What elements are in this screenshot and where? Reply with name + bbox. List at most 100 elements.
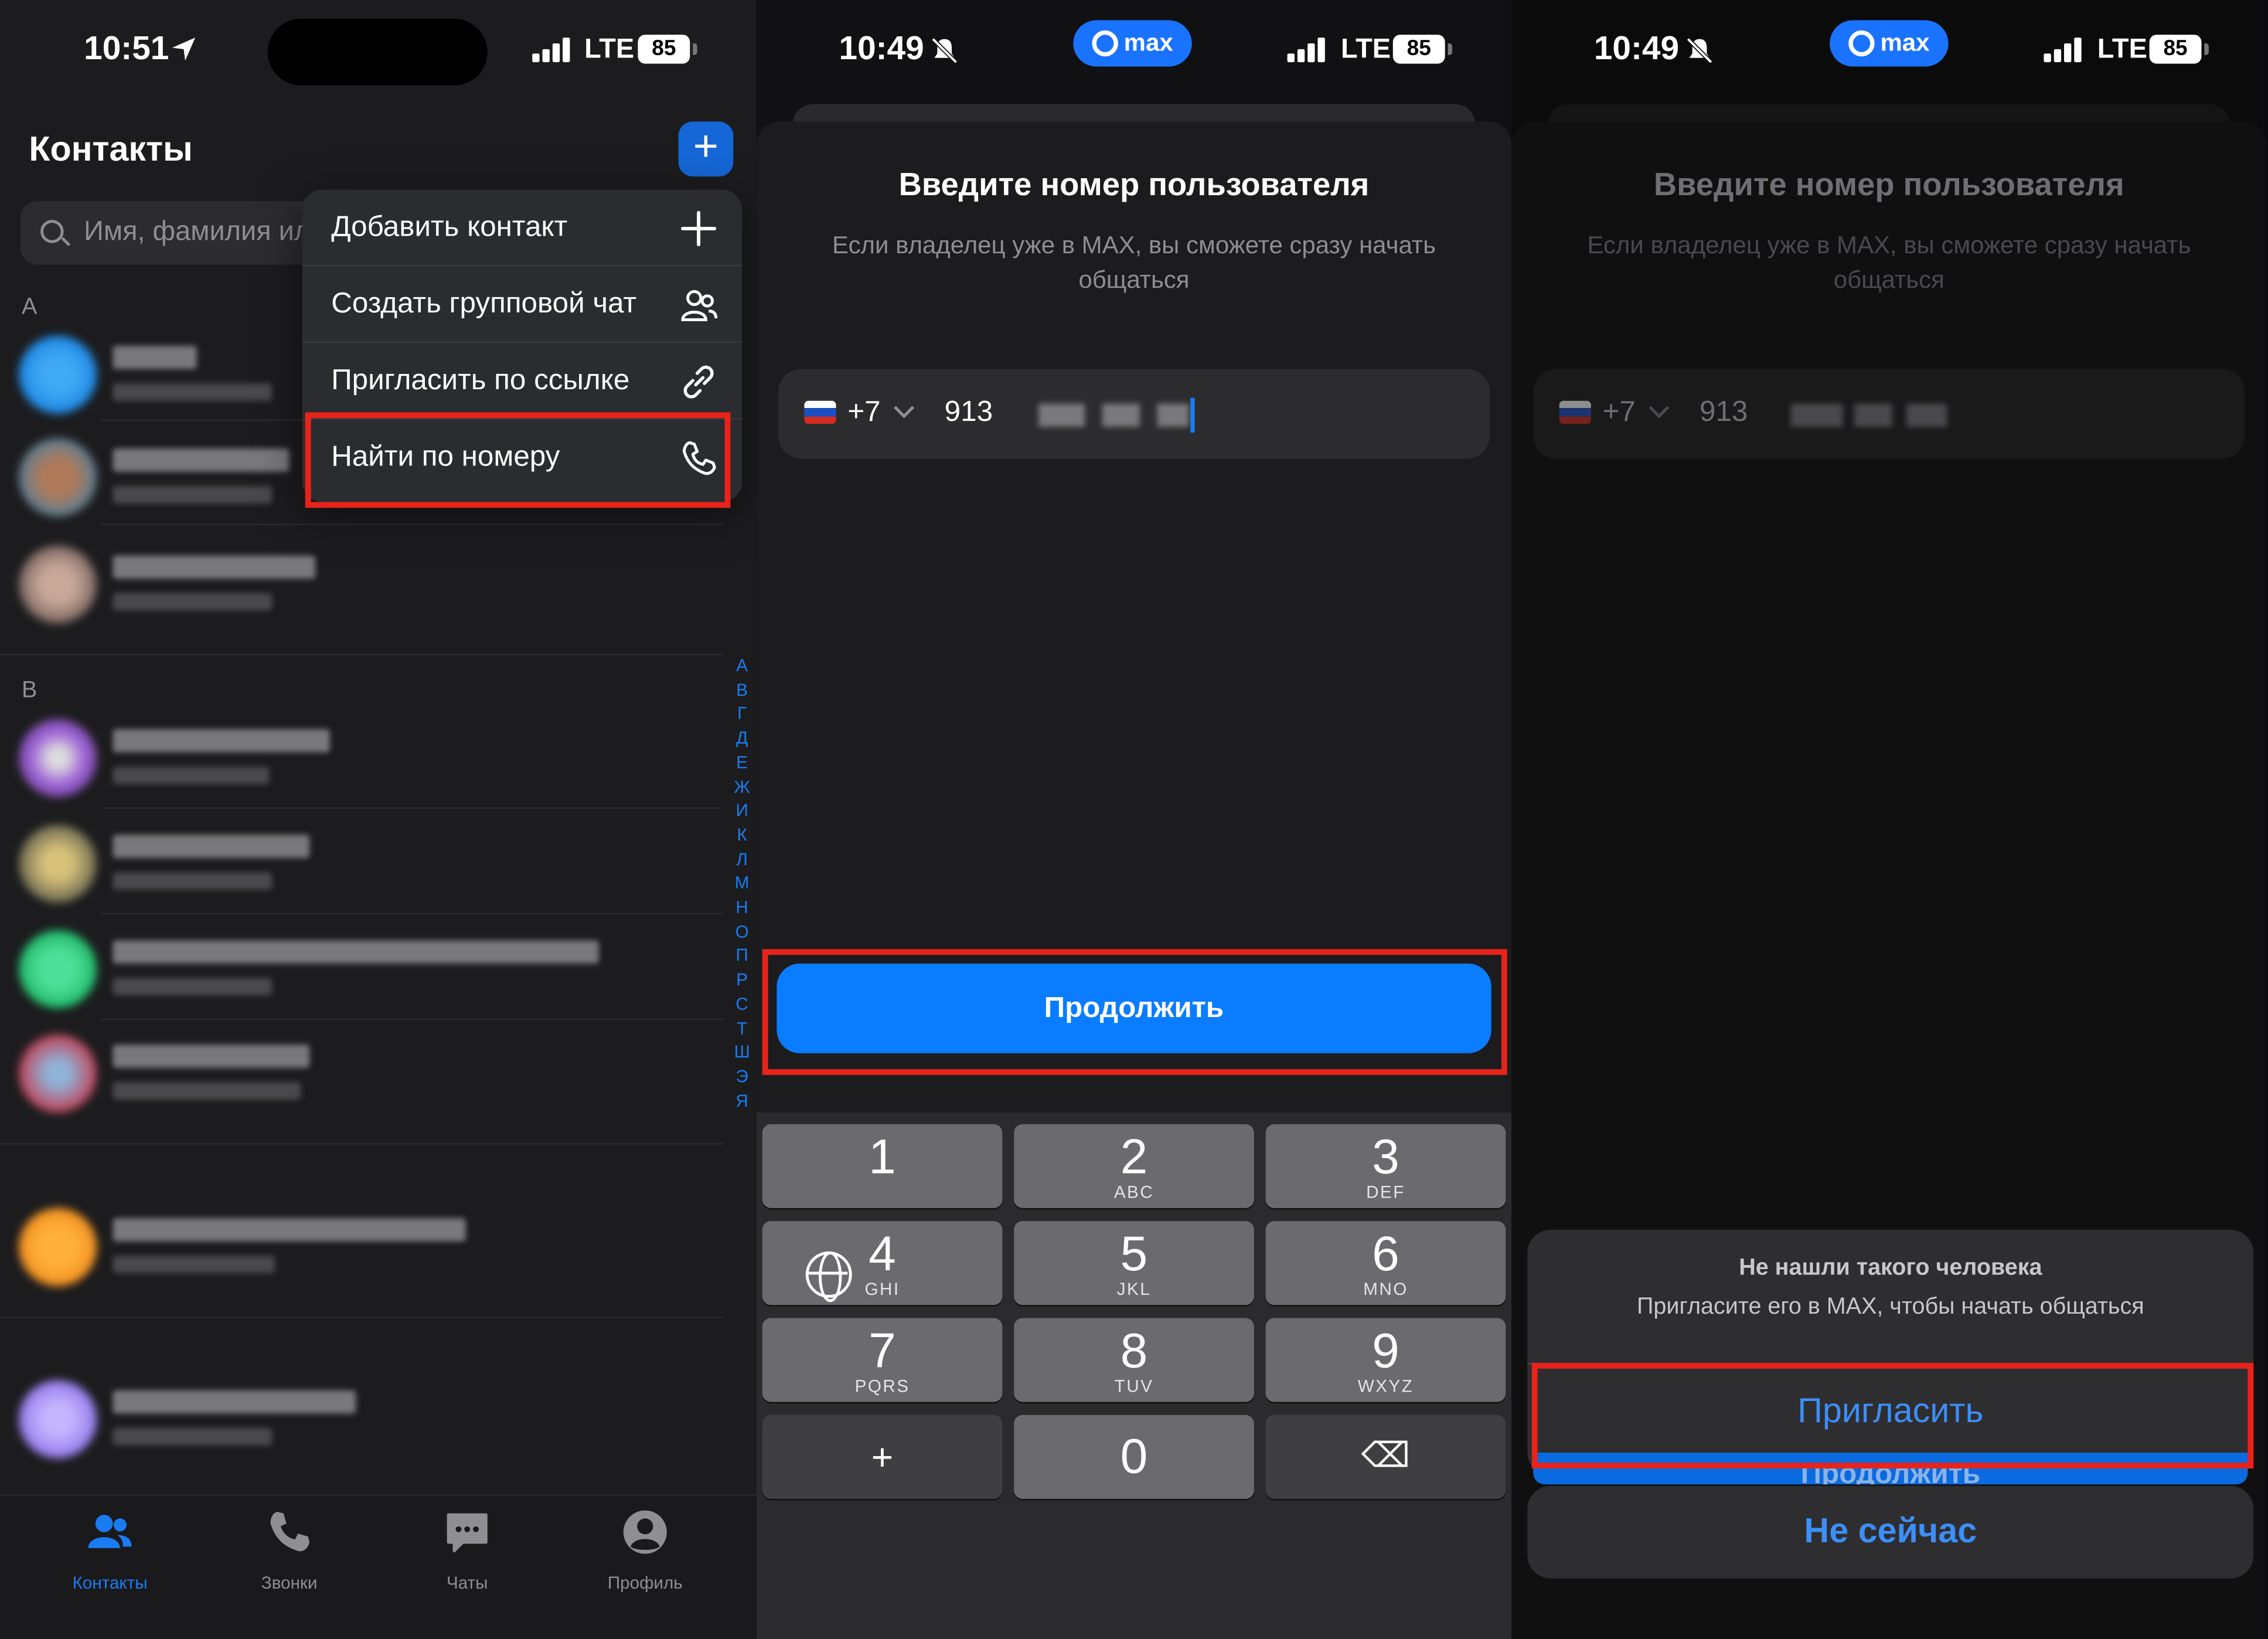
backspace-icon: ⌫ [1361, 1436, 1411, 1476]
phone-number-prefix: 913 [1700, 396, 1748, 429]
contact-status-redacted [113, 1256, 275, 1273]
index-letter[interactable]: И [732, 799, 752, 823]
index-letter[interactable]: Ш [732, 1040, 752, 1065]
index-letter[interactable]: Я [732, 1089, 752, 1113]
phone-input[interactable]: +7 913 [778, 369, 1490, 459]
redacted-digits [1102, 403, 1140, 427]
bell-muted-icon [931, 38, 958, 64]
not-found-screen: 10:49 max LTE 85 Введите номер пользоват… [1511, 0, 2268, 1639]
bell-muted-icon [1686, 38, 1713, 64]
section-letter: А [22, 295, 38, 320]
status-bar: 10:49 max LTE 85 [757, 0, 1511, 101]
index-letter[interactable]: Г [732, 702, 752, 726]
contact-row[interactable] [15, 926, 709, 1013]
contact-row[interactable] [15, 715, 709, 801]
globe-icon[interactable] [805, 1251, 852, 1303]
index-letter[interactable]: С [732, 992, 752, 1016]
index-letter[interactable]: Т [732, 1016, 752, 1040]
redacted-digits [1038, 403, 1085, 427]
index-letter[interactable]: О [732, 920, 752, 944]
contacts-screen: 10:51 LTE 85 Контакты + А [0, 0, 757, 1639]
section-letter: В [22, 678, 38, 703]
contact-status-redacted [113, 978, 273, 996]
menu-item-label: Пригласить по ссылке [331, 364, 630, 397]
key-2[interactable]: 2 ABC [1014, 1124, 1254, 1208]
contact-row[interactable] [15, 1030, 709, 1117]
key-5[interactable]: 5 JKL [1014, 1221, 1254, 1305]
menu-item-invite-link[interactable]: Пригласить по ссылке [302, 343, 743, 420]
sheet-heading: Введите номер пользователя [1653, 166, 2124, 203]
highlight-box [1531, 1362, 2254, 1469]
key-8[interactable]: 8 TUV [1014, 1318, 1254, 1402]
index-letter[interactable]: Л [732, 847, 752, 871]
contact-name-redacted [113, 1044, 310, 1068]
menu-item-create-group[interactable]: Создать групповой чат [302, 266, 743, 343]
contact-name-redacted [113, 1218, 466, 1242]
contact-row[interactable] [15, 541, 709, 628]
tab-calls[interactable]: Звонки [217, 1508, 362, 1593]
menu-item-label: Добавить контакт [331, 211, 568, 243]
sheet-subtitle: Если владелец уже в MAX, вы сможете сраз… [1587, 231, 2191, 294]
max-logo-icon [1092, 30, 1118, 57]
avatar [19, 438, 97, 517]
alert-title: Не нашли такого человека [1739, 1256, 2042, 1281]
tab-profile[interactable]: Профиль [573, 1508, 717, 1593]
contact-row[interactable] [15, 1203, 709, 1290]
contact-name-redacted [113, 1390, 356, 1414]
network-type: LTE [584, 35, 635, 66]
key-plus[interactable]: + [762, 1414, 1003, 1499]
contact-status-redacted [113, 872, 273, 890]
backspace-key[interactable]: ⌫ [1265, 1414, 1506, 1499]
index-letter[interactable]: В [732, 678, 752, 702]
country-code[interactable]: +7 [847, 396, 880, 430]
index-letter[interactable]: М [732, 872, 752, 896]
russia-flag-icon [1559, 400, 1591, 424]
key-0[interactable]: 0 [1014, 1414, 1254, 1499]
text-cursor [1190, 397, 1195, 433]
plus-icon [680, 210, 717, 247]
index-letter[interactable]: Е [732, 750, 752, 774]
index-letter[interactable]: Р [732, 968, 752, 992]
key-1[interactable]: 1 [762, 1124, 1003, 1208]
alphabet-index[interactable]: АВГДЕЖИКЛМНОПРСТШЭЯ [732, 654, 752, 1113]
contact-row[interactable] [15, 820, 709, 907]
index-letter[interactable]: Н [732, 896, 752, 920]
menu-item-label: Создать групповой чат [331, 288, 637, 320]
key-6[interactable]: 6 MNO [1265, 1221, 1506, 1305]
index-letter[interactable]: К [732, 823, 752, 847]
index-letter[interactable]: П [732, 944, 752, 968]
sheet-heading: Введите номер пользователя [898, 166, 1370, 203]
index-letter[interactable]: Э [732, 1065, 752, 1089]
redacted-digits [1854, 403, 1892, 427]
battery-icon: 85 [638, 35, 697, 64]
key-4[interactable]: 4 GHI [762, 1221, 1003, 1305]
divider [101, 1018, 724, 1021]
index-letter[interactable]: Ж [732, 775, 752, 799]
avatar [19, 930, 97, 1009]
add-button[interactable]: + [678, 121, 734, 177]
profile-icon [623, 1510, 667, 1554]
redacted-digits [1157, 403, 1189, 427]
max-logo-icon [1848, 30, 1875, 57]
tab-contacts[interactable]: Контакты [38, 1508, 182, 1593]
link-icon [683, 365, 714, 399]
contacts-icon [88, 1515, 132, 1548]
not-now-button[interactable]: Не сейчас [1527, 1485, 2254, 1579]
numeric-keypad: 1 2 ABC 3 DEF 4 GHI 5 JKL 6 MNO 7 PQRS 8 TUV 9W… [756, 1112, 1512, 1639]
key-7[interactable]: 7 PQRS [762, 1318, 1003, 1402]
tab-label: Чаты [446, 1572, 488, 1593]
country-code: +7 [1602, 396, 1636, 429]
key-3[interactable]: 3 DEF [1265, 1124, 1506, 1208]
tab-chats[interactable]: Чаты [395, 1508, 540, 1593]
index-letter[interactable]: Д [732, 726, 752, 750]
redacted-digits [1906, 403, 1947, 427]
divider [101, 913, 724, 914]
index-letter[interactable]: А [732, 654, 752, 678]
contact-status-redacted [113, 593, 273, 611]
contact-name-redacted [113, 940, 599, 964]
key-9[interactable]: 9 WXYZ [1265, 1318, 1506, 1402]
redacted-digits [1790, 403, 1843, 427]
menu-item-add-contact[interactable]: Добавить контакт [302, 189, 743, 267]
contact-row[interactable] [15, 1376, 709, 1463]
avatar [19, 335, 97, 414]
